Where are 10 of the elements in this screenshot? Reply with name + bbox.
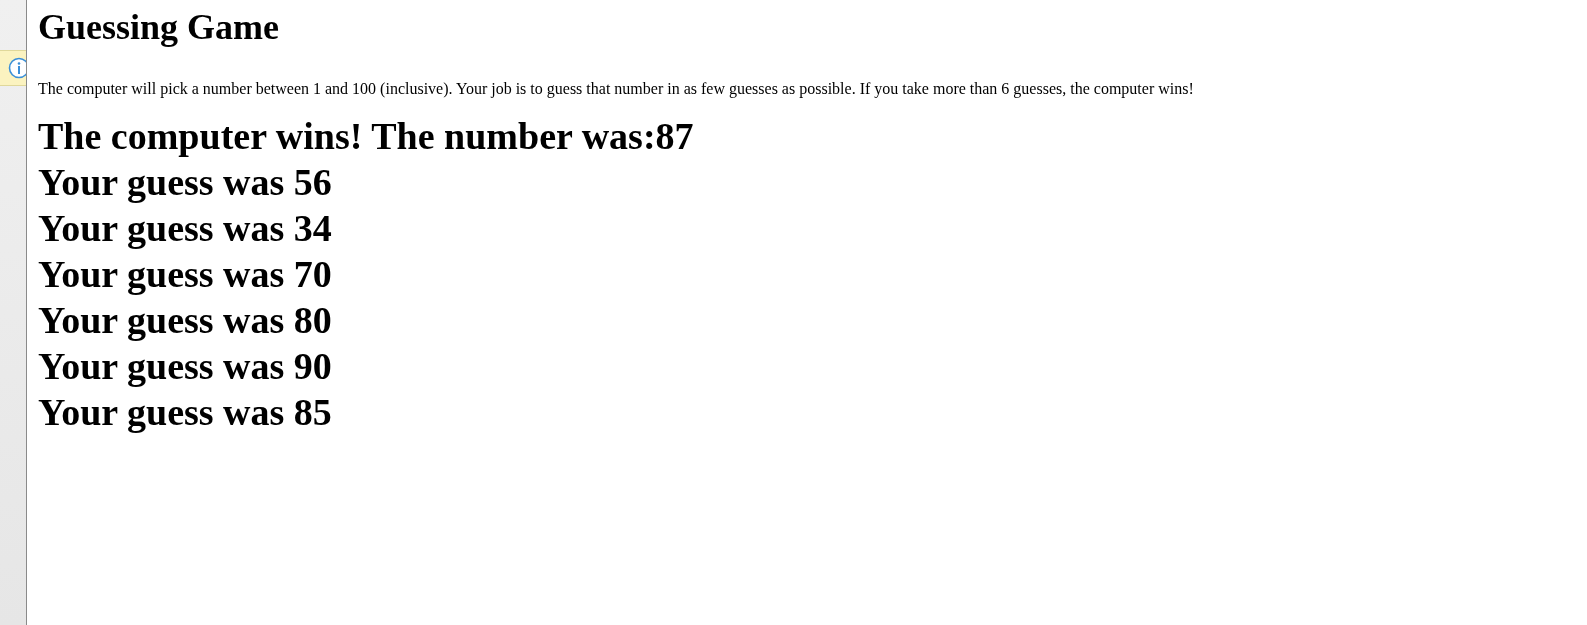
page-title: Guessing Game — [38, 6, 280, 49]
guess-line: Your guess was 34 — [38, 206, 333, 251]
guess-line: Your guess was 56 — [38, 160, 333, 205]
guess-line: Your guess was 80 — [38, 298, 333, 343]
guess-line: Your guess was 70 — [38, 252, 333, 297]
game-description: The computer will pick a number between 1 and 100 (inclusive). Your job is to guess that number in as few guesses as possible. If you take more than 6 guesses, the computer wins! — [38, 79, 1194, 99]
guess-line: Your guess was 85 — [38, 390, 333, 435]
result-message: The computer wins! The number was:87 — [38, 114, 695, 159]
info-icon[interactable] — [8, 57, 26, 79]
guess-line: Your guess was 90 — [38, 344, 333, 389]
